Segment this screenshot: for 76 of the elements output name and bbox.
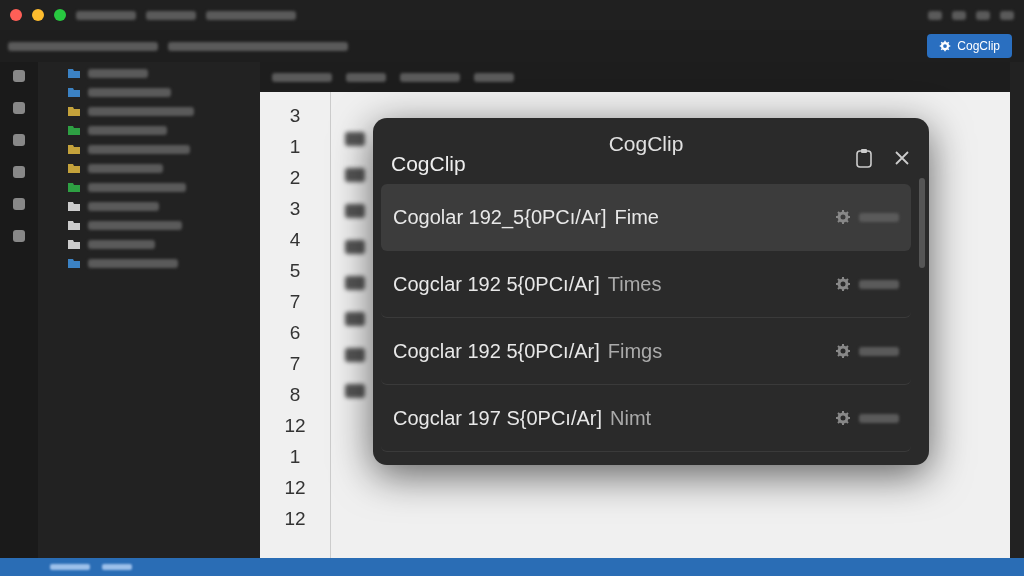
tool-icon[interactable]: [11, 228, 27, 244]
blurred-text: [1000, 10, 1014, 20]
line-number: 12: [284, 414, 306, 438]
item-text: Cogolar 192_5{0PCı/Ar]: [393, 205, 607, 229]
item-text: Cogclar 192 5{0PCı/Ar]: [393, 339, 600, 363]
blurred-text: [400, 72, 460, 82]
cogclip-button[interactable]: CogClip: [927, 34, 1012, 58]
clipboard-icon[interactable]: [855, 148, 873, 168]
folder-icon: [68, 125, 80, 135]
gear-icon[interactable]: [835, 209, 851, 225]
tool-icon[interactable]: [11, 196, 27, 212]
maximize-window-button[interactable]: [54, 9, 66, 21]
blurred-text: [88, 201, 159, 211]
blurred-text: [928, 10, 942, 20]
gear-icon[interactable]: [835, 276, 851, 292]
line-number: 3: [289, 104, 301, 128]
item-text: Cogclar 192 5{0PCı/Ar]: [393, 272, 600, 296]
blurred-text: [346, 72, 386, 82]
item-suffix: Fimgs: [607, 339, 663, 363]
folder-icon: [68, 220, 80, 230]
folder-icon: [68, 182, 80, 192]
gear-icon: [939, 40, 952, 52]
folder-icon: [68, 163, 80, 173]
line-number: 8: [289, 383, 301, 407]
folder-icon: [68, 201, 80, 211]
folder-icon: [68, 106, 80, 116]
line-number: 1: [289, 135, 301, 159]
line-number: 5: [289, 259, 301, 283]
close-window-button[interactable]: [10, 9, 22, 21]
blurred-text: [146, 10, 196, 20]
item-text: Cogclar 197 S{0PCı/Ar]: [393, 406, 602, 430]
blurred-text: [976, 10, 990, 20]
blurred-text: [859, 279, 899, 289]
line-number: 3: [289, 197, 301, 221]
blurred-text: [859, 346, 899, 356]
item-suffix: Nimt: [610, 406, 652, 430]
item-suffix: Fime: [614, 205, 659, 229]
folder-icon: [68, 87, 80, 97]
scrollbar-thumb[interactable]: [919, 178, 925, 268]
line-number: 4: [289, 228, 301, 252]
clipboard-item[interactable]: Cogclar 192 5{0PCı/Ar] Times: [381, 251, 911, 318]
gear-icon[interactable]: [835, 343, 851, 359]
tool-icon[interactable]: [11, 100, 27, 116]
blurred-status-text: [102, 564, 132, 570]
blurred-status-text: [50, 564, 90, 570]
blurred-text: [88, 68, 148, 78]
clipboard-item[interactable]: Cogclar 197 S{0PCı/Ar] Nimt: [381, 385, 911, 452]
line-number: 6: [289, 321, 301, 345]
line-number: 7: [289, 290, 301, 314]
blurred-text: [88, 239, 155, 249]
gear-icon[interactable]: [835, 410, 851, 426]
item-suffix: Times: [607, 272, 662, 296]
clipboard-item[interactable]: Cogclar 192 5{0PCı/Ar] Fimgs: [381, 318, 911, 385]
minimize-window-button[interactable]: [32, 9, 44, 21]
folder-icon: [68, 68, 80, 78]
line-number: 1: [289, 445, 301, 469]
tool-icon[interactable]: [11, 132, 27, 148]
blurred-text: [952, 10, 966, 20]
scrollbar[interactable]: [1010, 62, 1024, 558]
line-number: 12: [284, 507, 306, 531]
blurred-text: [76, 10, 136, 20]
popup-title: CogClip: [607, 132, 685, 156]
tool-icon[interactable]: [11, 68, 27, 84]
folder-icon: [68, 239, 80, 249]
popup-header: CogClip: [391, 151, 466, 176]
line-number: 2: [289, 166, 301, 190]
blurred-text: [272, 72, 332, 82]
tool-icon[interactable]: [11, 164, 27, 180]
blurred-text: [859, 212, 899, 222]
blurred-text: [859, 413, 899, 423]
line-number: 12: [284, 476, 306, 500]
clipboard-item[interactable]: Cogolar 192_5{0PCı/Ar] Fime: [381, 184, 911, 251]
folder-icon: [68, 258, 80, 268]
blurred-text: [474, 72, 514, 82]
folder-icon: [68, 144, 80, 154]
line-number: 7: [289, 352, 301, 376]
